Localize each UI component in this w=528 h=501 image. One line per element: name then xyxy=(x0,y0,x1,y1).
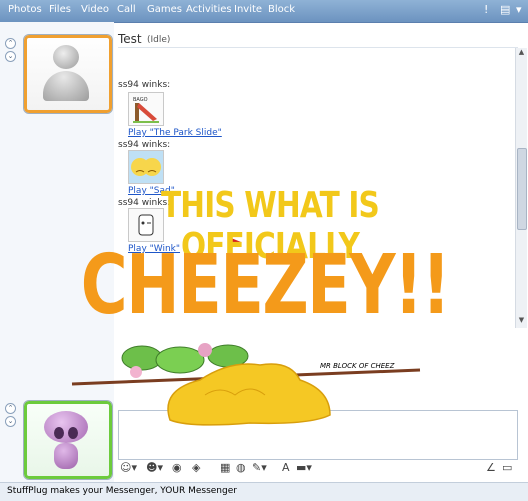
flower-small xyxy=(130,366,142,378)
overlay-big-text: CHEEZEY!! xyxy=(80,238,451,333)
compose-toolbar: ☺▾ ☻▾ ◉ ◈ ▦ ◍ ✎▾ A ▬▾ ∠ ▭ xyxy=(118,461,518,477)
voice-clip-icon[interactable]: ◈ xyxy=(192,461,200,474)
ink-icon[interactable]: ▬▾ xyxy=(296,461,312,474)
doodle-label: MR BLOCK OF CHEEZ xyxy=(320,362,395,370)
background-icon[interactable]: ▦ xyxy=(220,461,230,474)
text-mode-icon[interactable]: ▭ xyxy=(502,461,512,474)
wink-icon[interactable]: ☻▾ xyxy=(146,461,163,474)
lily-pad-mid xyxy=(155,346,205,374)
flower-petals xyxy=(198,343,212,357)
font-icon[interactable]: A xyxy=(282,461,290,474)
status-bar: StuffPlug makes your Messenger, YOUR Mes… xyxy=(0,482,528,501)
status-text: StuffPlug makes your Messenger, YOUR Mes… xyxy=(7,486,237,496)
games-icon[interactable]: ◍ xyxy=(236,461,246,474)
emoticon-icon[interactable]: ☺▾ xyxy=(120,461,137,474)
handwriting-icon[interactable]: ✎▾ xyxy=(252,461,267,474)
pen-mode-icon[interactable]: ∠ xyxy=(486,461,496,474)
nudge-icon[interactable]: ◉ xyxy=(172,461,182,474)
